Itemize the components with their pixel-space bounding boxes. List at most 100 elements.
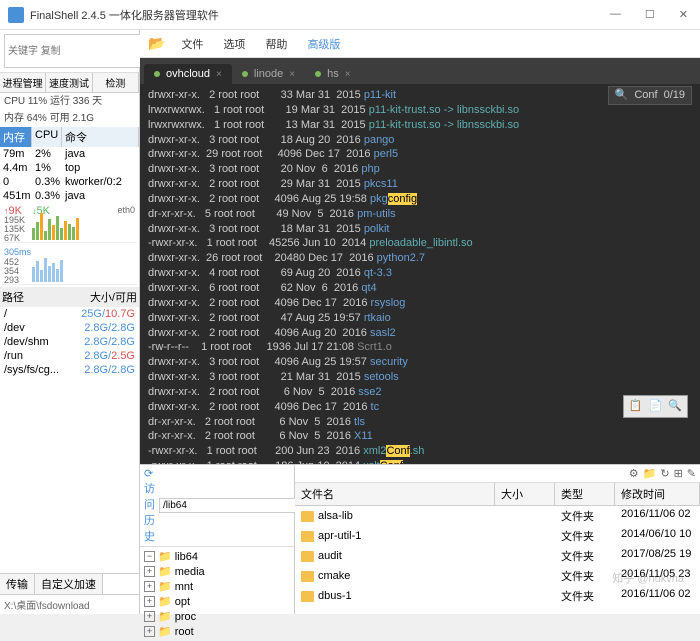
maximize-button[interactable]: ☐ (641, 6, 659, 23)
tab-process[interactable]: 进程管理 (0, 73, 46, 92)
folder-icon (301, 511, 314, 522)
tool-icon[interactable]: ↻ (660, 467, 669, 480)
folder-icon (301, 551, 314, 562)
net-chart: ↑9K ↓5K eth0 195K 135K 67K (2, 205, 137, 243)
term-line: drwxr-xr-x. 6 root root 62 Nov 6 2016 qt… (148, 281, 692, 296)
term-line: drwxr-xr-x. 2 root root 6 Nov 5 2016 sse… (148, 385, 692, 400)
menubar: 📂 文件 选项 帮助 高级版 (140, 30, 700, 58)
filelist-header: 文件名 大小 类型 修改时间 (295, 483, 700, 506)
term-line: lrwxrwxrwx. 1 root root 13 Mar 31 2015 p… (148, 118, 692, 133)
file-row[interactable]: dbus-1文件夹2016/11/06 02 (295, 586, 700, 606)
app-icon (8, 7, 24, 23)
term-line: dr-xr-xr-x. 5 root root 49 Nov 5 2016 pm… (148, 207, 692, 222)
tree-item[interactable]: +📁opt (142, 594, 292, 609)
session-tabs: ovhcloud×linode×hs× (140, 58, 700, 84)
tree-item[interactable]: −📁lib64 (142, 549, 292, 564)
term-line: drwxr-xr-x. 26 root root 20480 Dec 17 20… (148, 251, 692, 266)
term-line: drwxr-xr-x. 3 root root 20 Nov 6 2016 ph… (148, 162, 692, 177)
minimize-button[interactable]: — (606, 6, 625, 23)
term-line: drwxr-xr-x. 3 root root 18 Mar 31 2015 p… (148, 222, 692, 237)
term-line: drwxr-xr-x. 4 root root 69 Aug 20 2016 q… (148, 266, 692, 281)
sidebar-tabs: 进程管理 速度测试 检测 (0, 73, 139, 93)
path-row[interactable]: /25G/10.7G (0, 307, 139, 321)
file-row[interactable]: apr-util-1文件夹2014/06/10 10 (295, 526, 700, 546)
menu-file[interactable]: 文件 (177, 34, 207, 54)
sidebar: 检测 进程管理 速度测试 检测 CPU 11% 运行 336 天 内存 64% … (0, 30, 140, 614)
file-row[interactable]: audit文件夹2017/08/25 19 (295, 546, 700, 566)
term-line: drwxr-xr-x. 2 root root 4096 Aug 20 2016… (148, 326, 692, 341)
session-tab[interactable]: ovhcloud× (144, 64, 232, 84)
proc-row[interactable]: 4.4m1%top (0, 161, 139, 175)
proc-row[interactable]: 79m2%java (0, 147, 139, 161)
term-line: drwxr-xr-x. 29 root root 4096 Dec 17 201… (148, 147, 692, 162)
folder-icon[interactable]: 📂 (148, 35, 165, 52)
tab-detect[interactable]: 检测 (93, 73, 139, 92)
session-tab[interactable]: linode× (232, 64, 305, 84)
term-line: -rwxr-xr-x. 1 root root 186 Jun 10 2014 … (148, 459, 692, 464)
term-line: drwxr-xr-x. 2 root root 47 Aug 25 19:57 … (148, 311, 692, 326)
term-line: drwxr-xr-x. 3 root root 21 Mar 31 2015 s… (148, 370, 692, 385)
terminal[interactable]: 🔍 Conf 0/19 drwxr-xr-x. 2 root root 33 M… (140, 84, 700, 464)
tree-item[interactable]: +📁mnt (142, 579, 292, 594)
cpu-stat: CPU 11% 运行 336 天 (0, 93, 139, 110)
path-row[interactable]: /sys/fs/cg...2.8G/2.8G (0, 363, 139, 377)
tab-accel[interactable]: 自定义加速 (35, 574, 103, 594)
remote-tree: ⟳ 访问历史 −📁lib64+📁media+📁mnt+📁opt+📁proc+📁r… (140, 465, 295, 614)
menu-help[interactable]: 帮助 (261, 34, 291, 54)
term-line: drwxr-xr-x. 3 root root 18 Aug 20 2016 p… (148, 133, 692, 148)
tool-icon[interactable]: ✎ (687, 467, 696, 480)
copy-icon[interactable]: 📋 (629, 399, 643, 414)
tree-item[interactable]: +📁media (142, 564, 292, 579)
tree-item[interactable]: +📁root (142, 624, 292, 639)
proc-row[interactable]: 451m0.3%java (0, 189, 139, 203)
bottom-tabs: 传输 自定义加速 (0, 573, 139, 594)
search-input[interactable] (4, 34, 144, 68)
path-row[interactable]: /dev2.8G/2.8G (0, 321, 139, 335)
term-line: drwxr-xr-x. 2 root root 29 Mar 31 2015 p… (148, 177, 692, 192)
file-browser: ⟳ 访问历史 −📁lib64+📁media+📁mnt+📁opt+📁proc+📁r… (140, 464, 700, 614)
search-icon: 🔍 (615, 88, 629, 103)
close-icon[interactable]: × (216, 69, 222, 80)
tree-item[interactable]: +📁proc (142, 609, 292, 624)
term-line: dr-xr-xr-x. 2 root root 6 Nov 5 2016 X11 (148, 429, 692, 444)
tab-transfer[interactable]: 传输 (0, 574, 35, 594)
proc-header: 内存 CPU 命令 (0, 127, 139, 147)
terminal-search[interactable]: 🔍 Conf 0/19 (608, 86, 692, 105)
path-input[interactable] (159, 498, 299, 513)
latency-chart: 305ms 452 354 293 (2, 247, 137, 285)
path-header: 路径大小/可用 (0, 287, 139, 307)
close-icon[interactable]: × (289, 69, 295, 80)
term-line: -rwxr-xr-x. 1 root root 200 Jun 23 2016 … (148, 444, 692, 459)
term-line: dr-xr-xr-x. 2 root root 6 Nov 5 2016 tls (148, 415, 692, 430)
term-line: drwxr-xr-x. 3 root root 4096 Aug 25 19:5… (148, 355, 692, 370)
folder-icon (301, 591, 314, 602)
tool-icon[interactable]: ⚙ (629, 467, 639, 480)
watermark: 知乎 @hukvha (612, 570, 684, 586)
path-row[interactable]: /dev/shm2.8G/2.8G (0, 335, 139, 349)
term-line: lrwxrwxrwx. 1 root root 19 Mar 31 2015 p… (148, 103, 692, 118)
search-icon[interactable]: 🔍 (668, 399, 682, 414)
mem-stat: 内存 64% 可用 2.1G (0, 110, 139, 127)
folder-icon (301, 531, 314, 542)
path-row[interactable]: /run2.8G/2.5G (0, 349, 139, 363)
history-button[interactable]: ⟳ 访问历史 (144, 467, 155, 544)
paste-icon[interactable]: 📄 (649, 399, 663, 414)
window-title: FinalShell 2.4.5 一体化服务器管理软件 (30, 7, 606, 23)
term-line: drwxr-xr-x. 2 root root 4096 Dec 17 2016… (148, 400, 692, 415)
tab-speed[interactable]: 速度测试 (46, 73, 92, 92)
close-button[interactable]: ✕ (675, 6, 692, 23)
window-controls: — ☐ ✕ (606, 6, 692, 23)
term-line: -rwxr-xr-x. 1 root root 45256 Jun 10 201… (148, 236, 692, 251)
terminal-toolbar[interactable]: 📋 📄 🔍 (623, 395, 688, 418)
file-row[interactable]: alsa-lib文件夹2016/11/06 02 (295, 506, 700, 526)
tool-icon[interactable]: ⊞ (674, 467, 683, 480)
session-tab[interactable]: hs× (305, 64, 360, 84)
tool-icon[interactable]: 📁 (643, 467, 657, 480)
menu-pro[interactable]: 高级版 (303, 34, 344, 54)
term-line: drwxr-xr-x. 2 root root 4096 Aug 25 19:5… (148, 192, 692, 207)
titlebar: FinalShell 2.4.5 一体化服务器管理软件 — ☐ ✕ (0, 0, 700, 30)
menu-options[interactable]: 选项 (219, 34, 249, 54)
proc-row[interactable]: 00.3%kworker/0:2 (0, 175, 139, 189)
local-path: X:\桌面\fsdownload (0, 594, 139, 614)
close-icon[interactable]: × (345, 69, 351, 80)
